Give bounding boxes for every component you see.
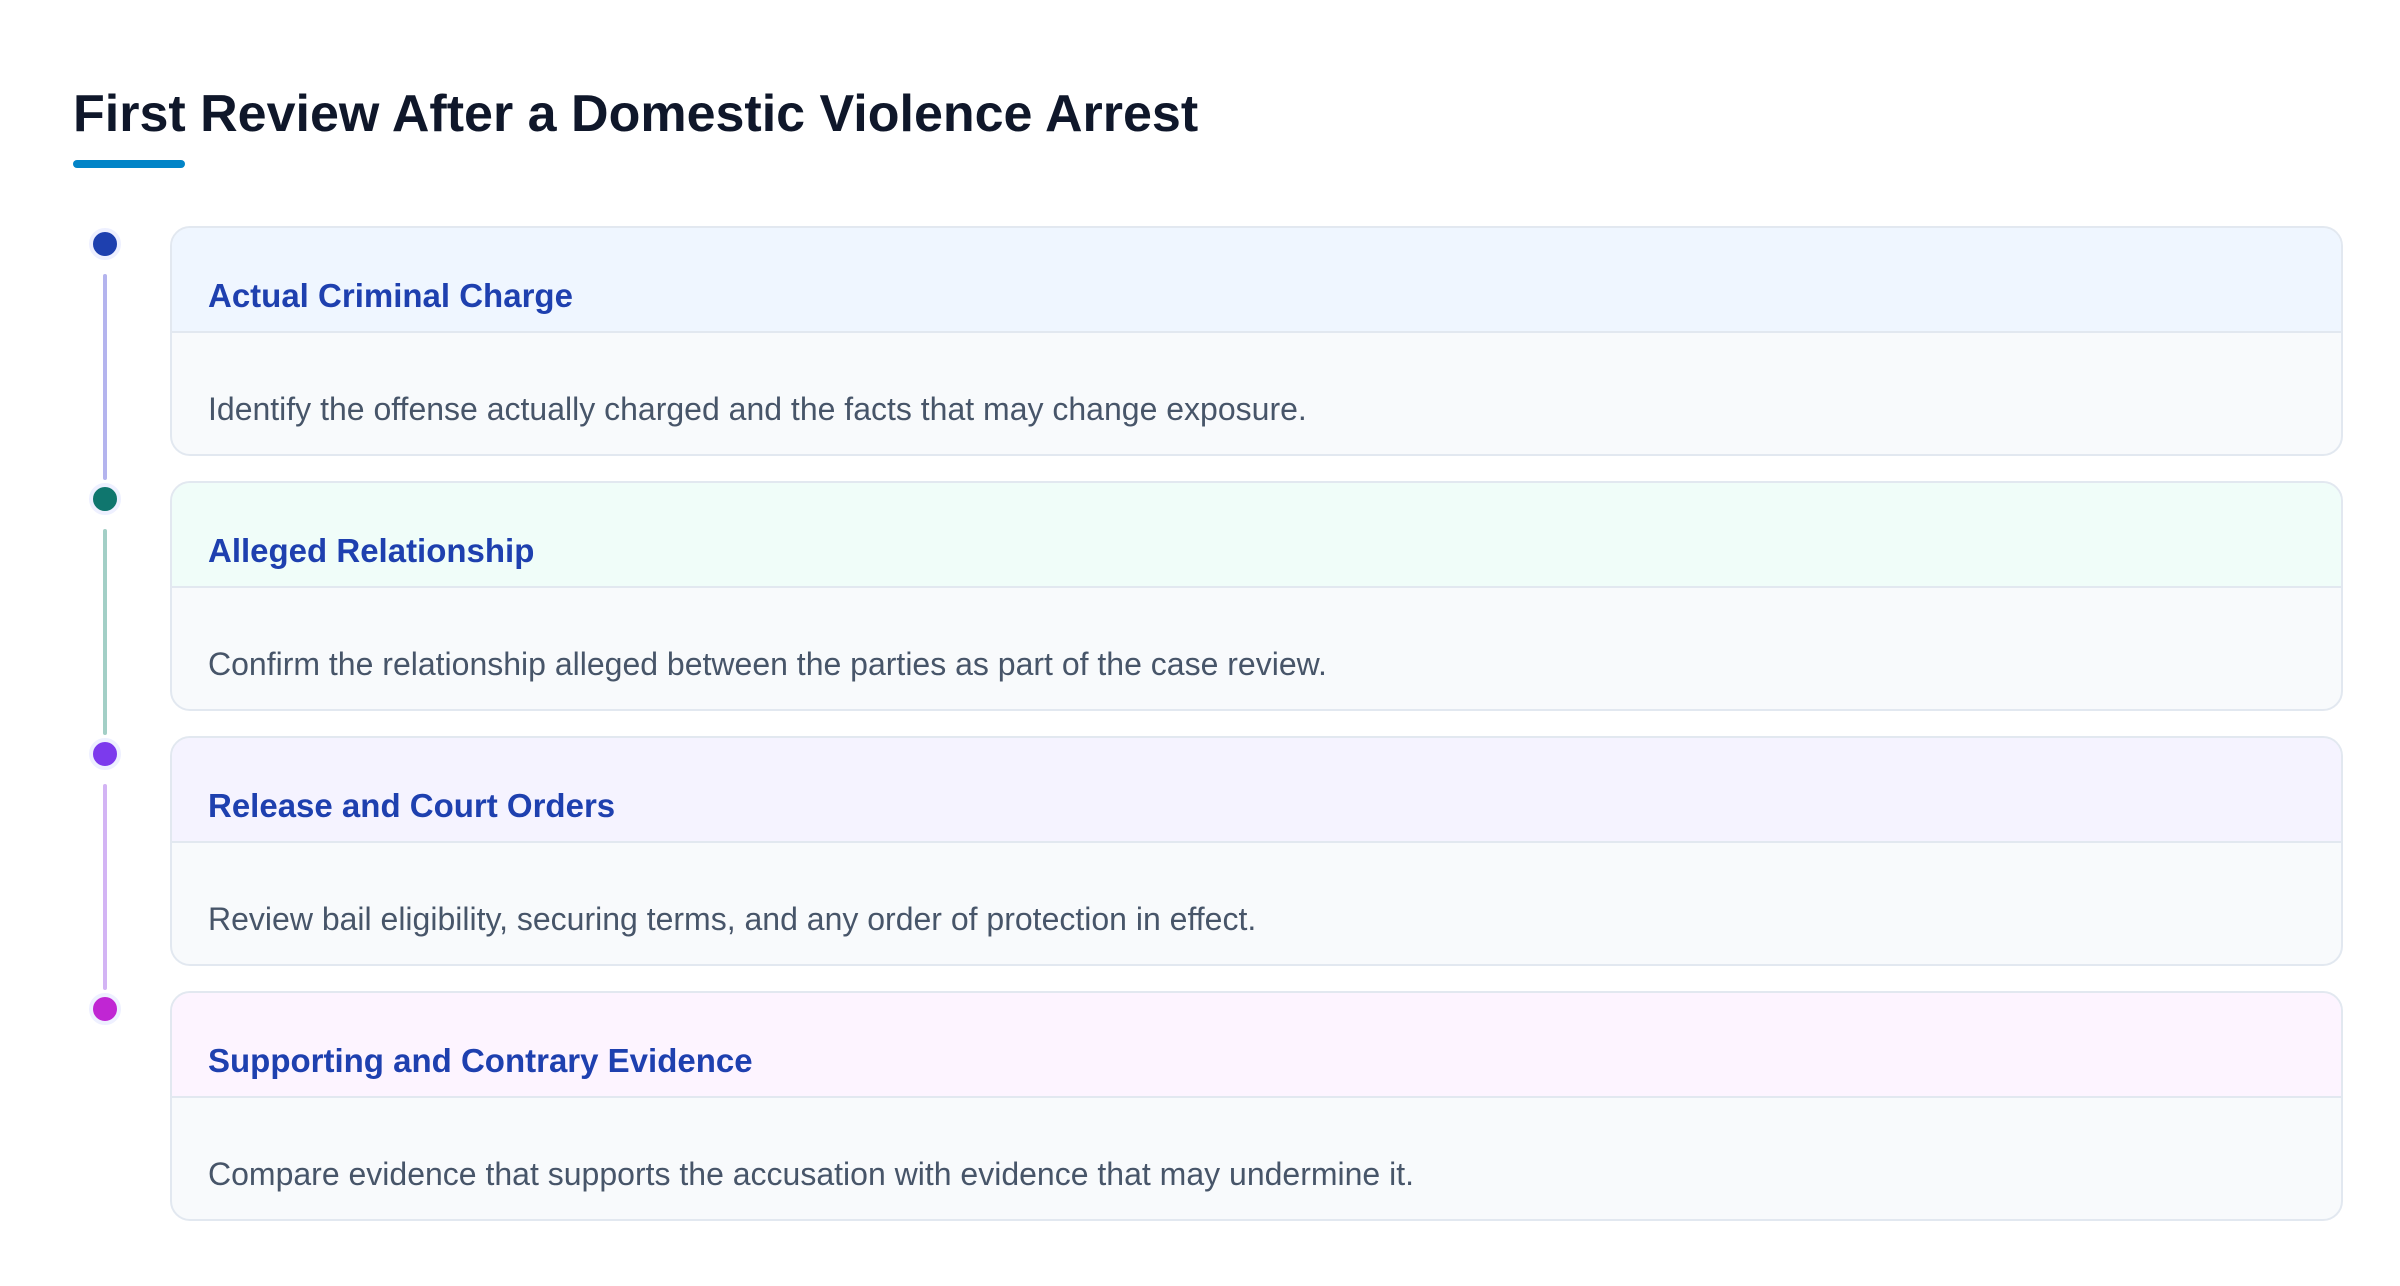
card-header: Release and Court Orders [172,738,2341,843]
step-marker-charge [89,228,121,260]
step-marker-evidence [89,993,121,1025]
step-connector [103,274,107,480]
card-body: Review bail eligibility, securing terms,… [172,843,2341,939]
card-title: Alleged Relationship [208,532,535,569]
card-text: Confirm the relationship alleged between… [208,646,1327,682]
step-marker-relationship [89,483,121,515]
card-text: Review bail eligibility, securing terms,… [208,901,1257,937]
step-card-evidence: Supporting and Contrary Evidence Compare… [170,991,2343,1221]
card-title: Supporting and Contrary Evidence [208,1042,753,1079]
card-header: Actual Criminal Charge [172,228,2341,333]
step-card-relationship: Alleged Relationship Confirm the relatio… [170,481,2343,711]
card-body: Identify the offense actually charged an… [172,333,2341,429]
timeline: Actual Criminal Charge Identify the offe… [0,0,2400,1286]
step-connector [103,529,107,735]
card-text: Compare evidence that supports the accus… [208,1156,1414,1192]
card-text: Identify the offense actually charged an… [208,391,1307,427]
card-title: Release and Court Orders [208,787,616,824]
step-card-charge: Actual Criminal Charge Identify the offe… [170,226,2343,456]
card-body: Confirm the relationship alleged between… [172,588,2341,684]
step-marker-release [89,738,121,770]
step-connector [103,784,107,990]
card-header: Supporting and Contrary Evidence [172,993,2341,1098]
step-card-release: Release and Court Orders Review bail eli… [170,736,2343,966]
card-header: Alleged Relationship [172,483,2341,588]
card-title: Actual Criminal Charge [208,277,573,314]
card-body: Compare evidence that supports the accus… [172,1098,2341,1194]
